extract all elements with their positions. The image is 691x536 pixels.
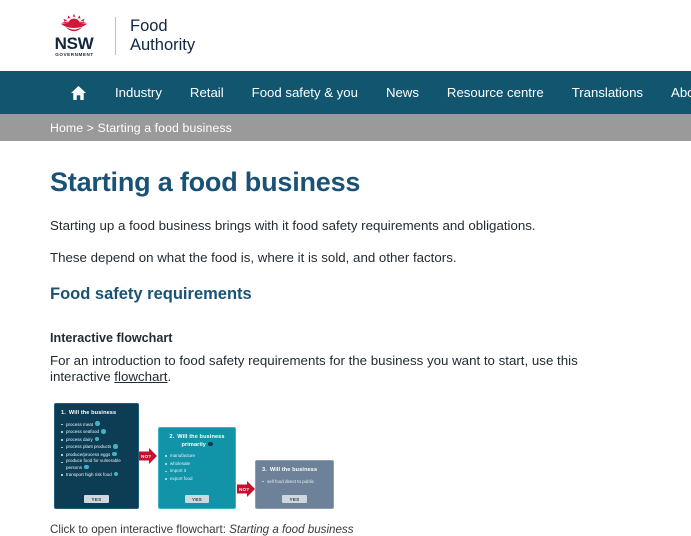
info-icon[interactable]	[94, 436, 100, 442]
flowchart-card-3-list: sell food direct to public	[262, 478, 327, 494]
info-icon[interactable]	[112, 451, 117, 457]
list-item: sell food direct to public	[262, 478, 327, 486]
flowchart-link[interactable]: flowchart	[114, 369, 167, 384]
flowchart-card-1-item-1: process seafood	[66, 429, 100, 435]
page-title: Starting a food business	[50, 167, 361, 197]
list-item: import it	[165, 467, 229, 475]
flowchart-card-3-title: Will the business	[269, 467, 318, 473]
flowchart-card-3-item-0: sell food direct to public	[267, 478, 315, 484]
flowchart-card-3[interactable]: 3. Will the business sell food direct to …	[255, 460, 334, 509]
flowchart-card-2-item-0: manufacture	[170, 453, 196, 459]
info-icon[interactable]	[113, 444, 118, 449]
brand-name: Food Authority	[130, 17, 195, 55]
sub-title-interactive-flowchart: Interactive flowchart	[50, 331, 173, 345]
flowchart-card-1-list: process meat process seafood process dai…	[61, 421, 132, 494]
flowchart-card-1-item-2: process dairy	[66, 436, 93, 442]
info-icon[interactable]	[113, 471, 119, 477]
nav-item-about-us[interactable]: About us	[657, 71, 691, 114]
flowchart-card-2-number: 2.	[169, 434, 175, 440]
flowchart-card-3-number: 3.	[262, 467, 267, 473]
flowchart-card-3-heading: 3. Will the business	[262, 467, 327, 475]
flowchart-card-1-number: 1.	[61, 410, 66, 416]
nav-item-news[interactable]: News	[372, 71, 433, 114]
flowchart-card-1[interactable]: 1. Will the business process meat process…	[54, 403, 139, 509]
section-title-food-safety-requirements: Food safety requirements	[50, 285, 252, 303]
flowchart-card-1-item-4: produce/process eggs	[66, 451, 111, 457]
logo-divider	[115, 16, 116, 55]
flowchart-card-1-heading: 1. Will the business	[61, 410, 132, 418]
list-item: process dairy	[61, 436, 132, 444]
flowchart-thumbnail[interactable]: 1. Will the business process meat process…	[50, 403, 641, 515]
primary-navigation: Industry Retail Food safety & you News R…	[0, 71, 691, 114]
list-item: export food	[165, 475, 229, 483]
nsw-government-subtext: GOVERNMENT	[54, 52, 94, 57]
flowchart-card-1-yes-button[interactable]: YES	[84, 495, 109, 503]
info-icon[interactable]	[84, 464, 89, 470]
flowchart-card-1-item-6: transport high risk food	[66, 471, 112, 477]
flowchart-card-1-item-0: process meat	[66, 421, 94, 427]
nsw-government-logo: NSW GOVERNMENT	[46, 13, 102, 58]
site-masthead: NSW GOVERNMENT Food Authority	[0, 0, 691, 71]
breadcrumb-bar: Home > Starting a food business	[0, 114, 691, 141]
nav-item-food-safety-and-you[interactable]: Food safety & you	[238, 71, 372, 114]
main-content: Starting a food business Starting up a f…	[0, 167, 691, 536]
flowchart-card-2[interactable]: 2. Will the business primarily manufactur…	[158, 427, 236, 509]
breadcrumb[interactable]: Home > Starting a food business	[50, 121, 232, 135]
flowchart-intro-paragraph: For an introduction to food safety requi…	[50, 353, 641, 385]
flowchart-caption-title: Starting a food business	[229, 523, 354, 536]
flowchart-intro-period: .	[167, 369, 172, 384]
flowchart-card-2-title: Will the business primarily	[177, 434, 225, 448]
flowchart-arrow-2: NO?	[236, 479, 256, 499]
list-item: process seafood	[61, 428, 132, 436]
flowchart-card-1-title: Will the business	[68, 410, 117, 416]
info-icon[interactable]	[95, 421, 100, 426]
list-item: produce food for vulnerable persons	[61, 458, 132, 471]
flowchart-arrow-2-label: NO?	[239, 487, 250, 492]
nav-item-translations[interactable]: Translations	[558, 71, 657, 114]
list-item: process plant products	[61, 443, 132, 451]
nsw-waratah-icon	[60, 13, 88, 32]
nsw-wordmark: NSW	[54, 34, 94, 53]
intro-paragraph-2: These depend on what the food is, where …	[50, 250, 457, 265]
brand-name-line-2: Authority	[130, 35, 196, 54]
flowchart-card-1-item-3: process plant products	[66, 444, 112, 450]
flowchart-card-2-heading: 2. Will the business primarily	[165, 434, 229, 449]
list-item: wholesale	[165, 460, 229, 468]
site-logo[interactable]: NSW GOVERNMENT Food Authority	[46, 13, 195, 58]
flowchart-card-3-yes-button[interactable]: YES	[282, 495, 307, 503]
flowchart-card-2-list: manufacture wholesale import it export f…	[165, 452, 229, 493]
intro-paragraph-1: Starting up a food business brings with …	[50, 218, 536, 233]
flowchart-card-2-item-1: wholesale	[170, 460, 191, 466]
flowchart-arrow-1-label: NO?	[141, 454, 152, 459]
flowchart-caption-prefix: Click to open interactive flowchart:	[50, 523, 230, 536]
nav-item-resource-centre[interactable]: Resource centre	[433, 71, 558, 114]
list-item: process meat	[61, 421, 132, 429]
nav-item-industry[interactable]: Industry	[101, 71, 176, 114]
nav-item-home[interactable]	[56, 85, 101, 101]
flowchart-card-2-yes-button[interactable]: YES	[184, 495, 210, 503]
list-item: produce/process eggs	[61, 451, 132, 459]
list-item: transport high risk food	[61, 471, 132, 479]
flowchart-arrow-1: NO?	[138, 446, 158, 466]
home-icon	[71, 85, 86, 100]
brand-name-line-1: Food	[130, 16, 168, 35]
flowchart-card-2-item-3: export food	[170, 475, 193, 481]
info-icon[interactable]	[101, 429, 106, 434]
list-item: manufacture	[165, 452, 229, 460]
nav-item-retail[interactable]: Retail	[176, 71, 238, 114]
flowchart-caption: Click to open interactive flowchart: Sta…	[50, 523, 641, 536]
info-icon[interactable]	[207, 441, 213, 447]
flowchart-card-2-item-2: import it	[170, 468, 187, 474]
flowchart-card-1-item-5: produce food for vulnerable persons	[66, 458, 121, 470]
